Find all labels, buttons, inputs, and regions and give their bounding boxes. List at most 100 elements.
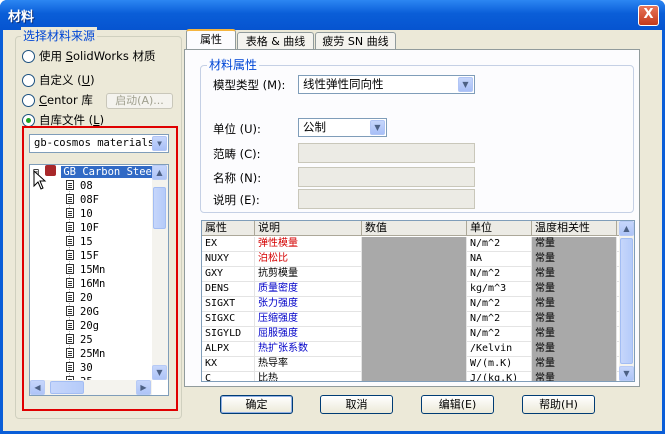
table-row[interactable]: C 比热 J/(kg.K) 常量 [202, 372, 619, 381]
table-row[interactable]: DENS 质量密度 kg/m^3 常量 [202, 282, 619, 297]
description-cell: 质量密度 [255, 282, 362, 297]
source-option-label: 自定义 (U) [39, 73, 95, 87]
help-button[interactable]: 帮助(H) [522, 395, 595, 414]
scroll-left-icon[interactable]: ◀ [30, 380, 45, 395]
table-row[interactable]: GXY 抗剪模量 N/m^2 常量 [202, 267, 619, 282]
source-option-label: 使用 SolidWorks 材质 [39, 49, 156, 63]
description-cell: 压缩强度 [255, 312, 362, 327]
source-option-1[interactable]: 自定义 (U) [22, 72, 95, 88]
chevron-down-icon[interactable]: ▼ [458, 77, 473, 92]
tree-item[interactable]: 08 [66, 179, 93, 193]
library-combo-value: gb-cosmos materials [34, 137, 155, 149]
tree-item[interactable]: 10F [66, 221, 99, 235]
tree-vertical-scrollbar[interactable]: ▲ ▼ [152, 165, 168, 380]
tree-root[interactable]: ⊟ GB Carbon Steel [33, 165, 161, 179]
table-row[interactable]: SIGXC 压缩强度 N/m^2 常量 [202, 312, 619, 327]
tree-item-label: 20G [80, 306, 99, 318]
tree-item[interactable]: 25 [66, 333, 93, 347]
material-properties-title: 材料属性 [207, 56, 260, 73]
grid-vertical-scrollbar[interactable]: ▲ ▼ [619, 221, 634, 381]
tab-1[interactable]: 表格 & 曲线 [237, 32, 314, 50]
tree-item[interactable]: 15Mn [66, 263, 105, 277]
value-cell[interactable] [362, 312, 467, 327]
hscroll-thumb[interactable] [50, 381, 84, 394]
tree-item-label: 10F [80, 222, 99, 234]
cancel-button[interactable]: 取消 [320, 395, 393, 414]
table-row[interactable]: KX 热导率 W/(m.K) 常量 [202, 357, 619, 372]
chevron-down-icon[interactable]: ▼ [370, 120, 385, 135]
tree-item[interactable]: 30 [66, 361, 93, 375]
scroll-thumb[interactable] [153, 187, 166, 229]
unit-cell: N/m^2 [467, 312, 532, 327]
value-cell[interactable] [362, 297, 467, 312]
table-row[interactable]: SIGXT 张力强度 N/m^2 常量 [202, 297, 619, 312]
property-cell: NUXY [202, 252, 255, 267]
close-button[interactable]: X [638, 5, 659, 26]
document-icon [66, 250, 74, 260]
value-cell[interactable] [362, 342, 467, 357]
value-cell[interactable] [362, 357, 467, 372]
value-cell[interactable] [362, 282, 467, 297]
tab-2[interactable]: 疲劳 SN 曲线 [315, 32, 396, 50]
tree-item-label: 20g [80, 320, 99, 332]
scroll-right-icon[interactable]: ▶ [136, 380, 151, 395]
unit-cell: NA [467, 252, 532, 267]
table-row[interactable]: ALPX 热扩张系数/Kelvin 常量 [202, 342, 619, 357]
radio-button[interactable] [22, 49, 35, 63]
value-cell[interactable] [362, 327, 467, 342]
radio-button[interactable] [22, 73, 35, 87]
tree-item-label: 25Mn [80, 348, 106, 360]
property-cell: KX [202, 357, 255, 372]
tree-item[interactable]: 25Mn [66, 347, 105, 361]
tree-item[interactable]: 20 [66, 291, 93, 305]
grid-header-cell[interactable]: 单位 [467, 221, 532, 236]
unit-combo[interactable]: 公制 ▼ [298, 118, 387, 137]
property-grid[interactable]: 属性 说明 数值 单位 温度相关性 EX 弹性模量 N/m^2 常量 NUXY 泊松比 NA 常量 GX… [201, 220, 635, 382]
source-option-0[interactable]: 使用 SolidWorks 材质 [22, 48, 155, 64]
tree-item[interactable]: 20g [66, 319, 99, 333]
scroll-up-icon[interactable]: ▲ [619, 221, 634, 236]
tree-item[interactable]: 15F [66, 249, 99, 263]
ok-button[interactable]: 确定 [220, 395, 293, 414]
tree-horizontal-scrollbar[interactable]: ◀ ▶ [30, 380, 152, 395]
value-cell[interactable] [362, 252, 467, 267]
tree-item[interactable]: 15 [66, 235, 93, 249]
edit-button[interactable]: 编辑(E) [421, 395, 494, 414]
document-icon [66, 348, 74, 358]
radio-button[interactable] [22, 93, 35, 107]
tree-item[interactable]: 08F [66, 193, 99, 207]
table-row[interactable]: NUXY 泊松比 NA 常量 [202, 252, 619, 267]
document-icon [66, 222, 74, 232]
tree-item[interactable]: 10 [66, 207, 93, 221]
description-cell: 抗剪模量 [255, 267, 362, 282]
grid-header-cell[interactable]: 温度相关性 [532, 221, 617, 236]
tree-item[interactable]: 20G [66, 305, 99, 319]
grid-scroll-thumb[interactable] [620, 238, 633, 364]
description-cell: 弹性模量 [255, 237, 362, 252]
document-icon [66, 292, 74, 302]
title-bar[interactable]: 材料 X [0, 0, 665, 30]
source-option-label: Centor 库 [39, 93, 93, 107]
value-cell[interactable] [362, 372, 467, 381]
scroll-down-icon[interactable]: ▼ [619, 366, 634, 381]
model-type-combo[interactable]: 线性弹性同向性 ▼ [298, 75, 475, 94]
table-row[interactable]: SIGYLD 屈服强度 N/m^2 常量 [202, 327, 619, 342]
unit-value: 公制 [303, 120, 326, 134]
scroll-down-icon[interactable]: ▼ [152, 365, 167, 380]
value-cell[interactable] [362, 267, 467, 282]
radio-button[interactable] [22, 113, 35, 127]
table-row[interactable]: EX 弹性模量 N/m^2 常量 [202, 237, 619, 252]
library-combo[interactable]: gb-cosmos materials ▼ [29, 134, 169, 153]
grid-header-cell[interactable]: 说明 [255, 221, 362, 236]
tree-item[interactable]: 16Mn [66, 277, 105, 291]
value-cell[interactable] [362, 237, 467, 252]
property-cell: C [202, 372, 255, 381]
tab-0[interactable]: 属性 [186, 29, 236, 50]
grid-header-cell[interactable]: 数值 [362, 221, 467, 236]
material-tree[interactable]: ⊟ GB Carbon Steel 08 08F 10 10F 15 15F 15Mn 16M… [29, 164, 169, 396]
temperature-cell: 常量 [532, 252, 617, 267]
grid-header-cell[interactable]: 属性 [202, 221, 255, 236]
source-option-2[interactable]: Centor 库 [22, 92, 93, 108]
chevron-down-icon[interactable]: ▼ [152, 136, 167, 151]
scroll-up-icon[interactable]: ▲ [152, 165, 167, 180]
